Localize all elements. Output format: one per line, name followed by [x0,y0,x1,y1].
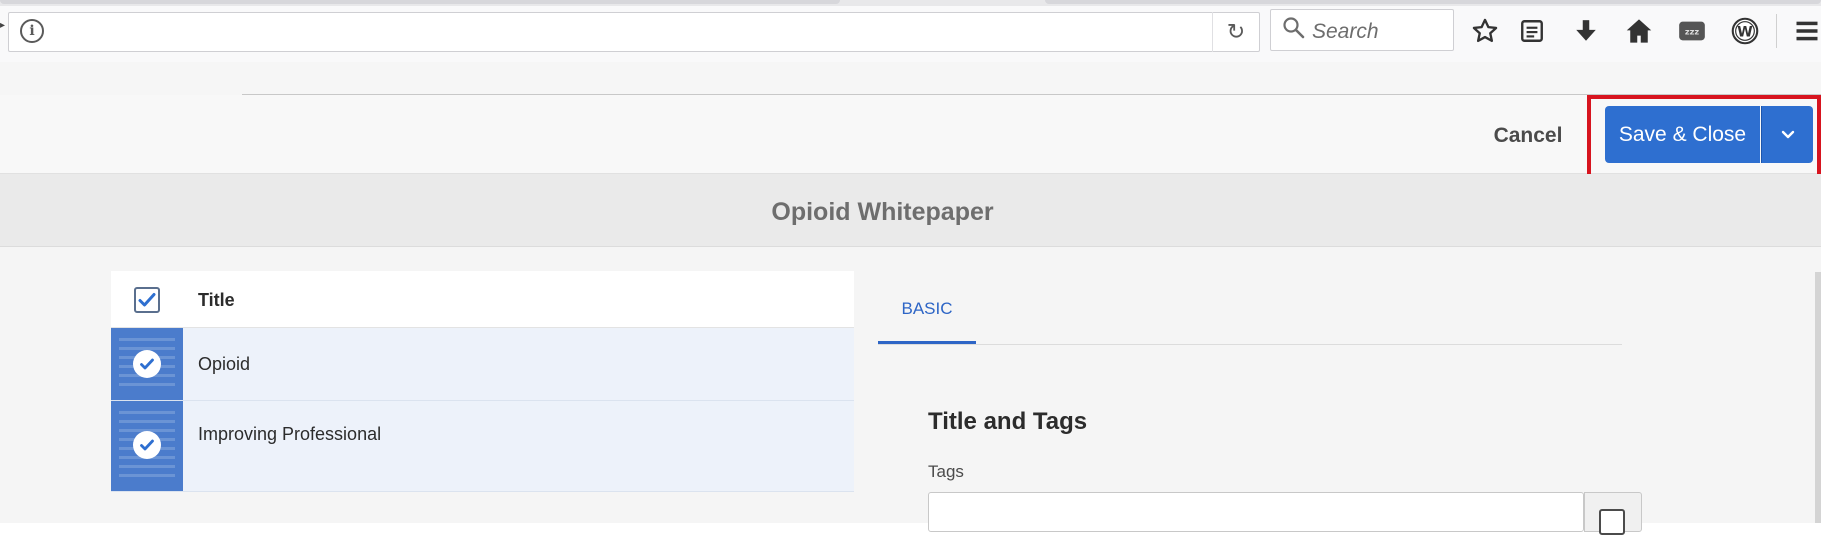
item-title: Improving Professional [198,424,382,444]
svg-text:W: W [1737,24,1752,40]
info-icon[interactable]: i [20,19,44,43]
checkmark-icon [138,293,156,307]
zzz-extension-icon[interactable]: zzz [1675,14,1709,48]
selected-check-icon[interactable] [133,431,161,459]
search-icon [1283,17,1305,39]
tab-strip [0,0,1821,6]
page-top-gap [0,62,1821,95]
url-bar[interactable] [8,12,1260,52]
scrollbar[interactable] [1815,272,1821,523]
toolbar-separator [1776,14,1777,48]
hamburger-menu-icon[interactable] [1790,14,1821,48]
section-title: Title and Tags [928,408,1088,435]
list-item[interactable]: Opioid [111,328,854,401]
download-icon[interactable] [1569,14,1603,48]
page-title: Opioid Whitepaper [771,198,994,226]
search-placeholder: Search [1312,20,1379,43]
tags-label: Tags [928,462,964,481]
tab-basic[interactable]: BASIC [878,293,976,345]
cancel-button[interactable]: Cancel [1480,119,1576,153]
home-icon[interactable] [1622,14,1656,48]
tab-divider [878,344,1622,345]
tags-input[interactable] [928,492,1584,532]
bookmark-star-icon[interactable] [1468,14,1502,48]
select-all-checkbox[interactable] [134,287,160,313]
tab-strip-left [0,0,840,4]
selected-check-icon[interactable] [133,350,161,378]
url-bar-edge-mark: ▸ [0,20,6,31]
highlight-box [1587,95,1821,180]
tab-strip-right [1045,0,1821,4]
column-header-title: Title [198,290,235,310]
w-extension-icon[interactable]: W [1728,14,1762,48]
list-item[interactable]: Improving Professional [111,401,854,492]
reload-icon[interactable]: ↻ [1222,18,1250,46]
item-title: Opioid [198,354,251,374]
tags-picker-button[interactable] [1584,492,1642,535]
svg-text:zzz: zzz [1685,27,1699,37]
reader-list-icon[interactable] [1515,14,1549,48]
checkbox-icon [1599,509,1625,535]
